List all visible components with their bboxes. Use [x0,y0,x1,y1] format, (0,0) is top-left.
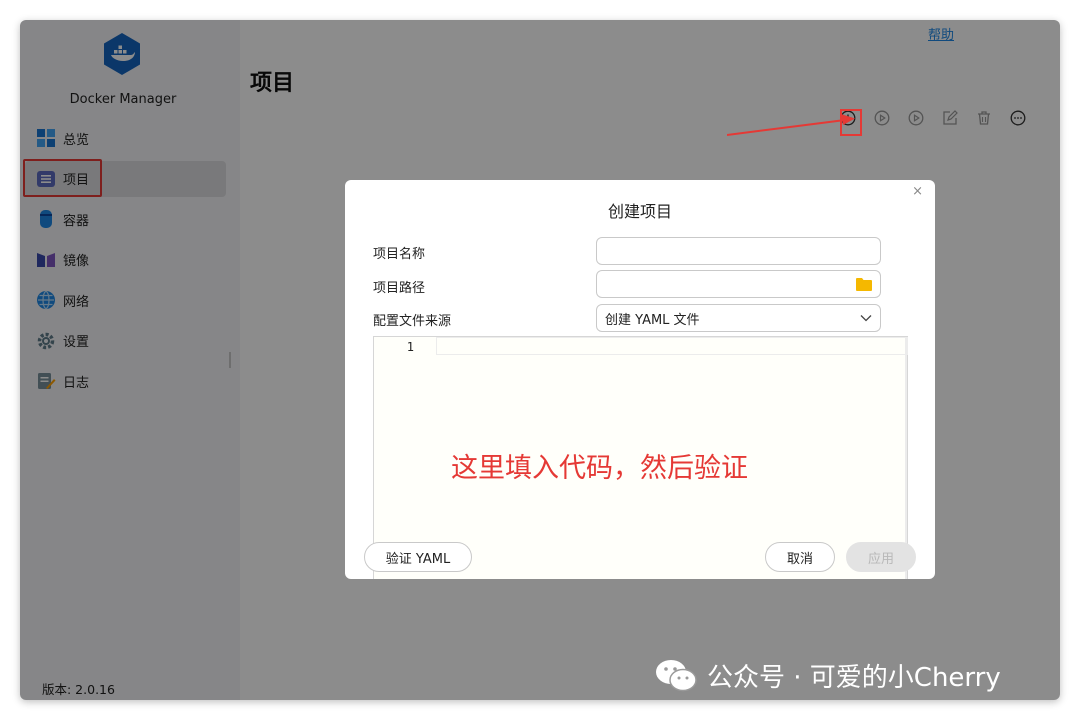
wechat-icon [656,659,697,691]
dialog-title: 创建项目 [607,202,672,221]
config-source-label: 配置文件来源 [373,314,452,329]
annotation-highlight-add [840,109,862,136]
docker-manager-window: Docker Manager 总览 项目 容器 镜像 网络 设置 日志 版本: … [20,20,1060,700]
project-name-input[interactable] [596,237,881,265]
project-name-label: 项目名称 [373,247,426,262]
watermark-text: 公众号 · 可爱的小Cherry [707,663,1001,693]
folder-icon[interactable] [856,277,872,291]
config-source-select[interactable]: 创建 YAML 文件 [596,304,881,332]
line-number: 1 [406,340,414,354]
annotation-hint-text: 这里填入代码，然后验证 [451,453,748,484]
editor-current-line[interactable] [436,337,908,355]
chevron-down-icon [860,315,872,322]
create-project-dialog: × 创建项目 项目名称 项目路径 配置文件来源 创建 YAML 文件 1 这里填… [345,180,935,579]
cancel-button[interactable]: 取消 [765,542,835,572]
apply-button[interactable]: 应用 [846,542,916,572]
watermark: 公众号 · 可爱的小Cherry [655,657,1001,694]
project-path-label: 项目路径 [373,281,426,296]
validate-yaml-button[interactable]: 验证 YAML [364,542,472,572]
project-path-input[interactable] [596,270,881,298]
config-source-value: 创建 YAML 文件 [605,312,700,328]
close-icon[interactable]: × [912,184,923,199]
